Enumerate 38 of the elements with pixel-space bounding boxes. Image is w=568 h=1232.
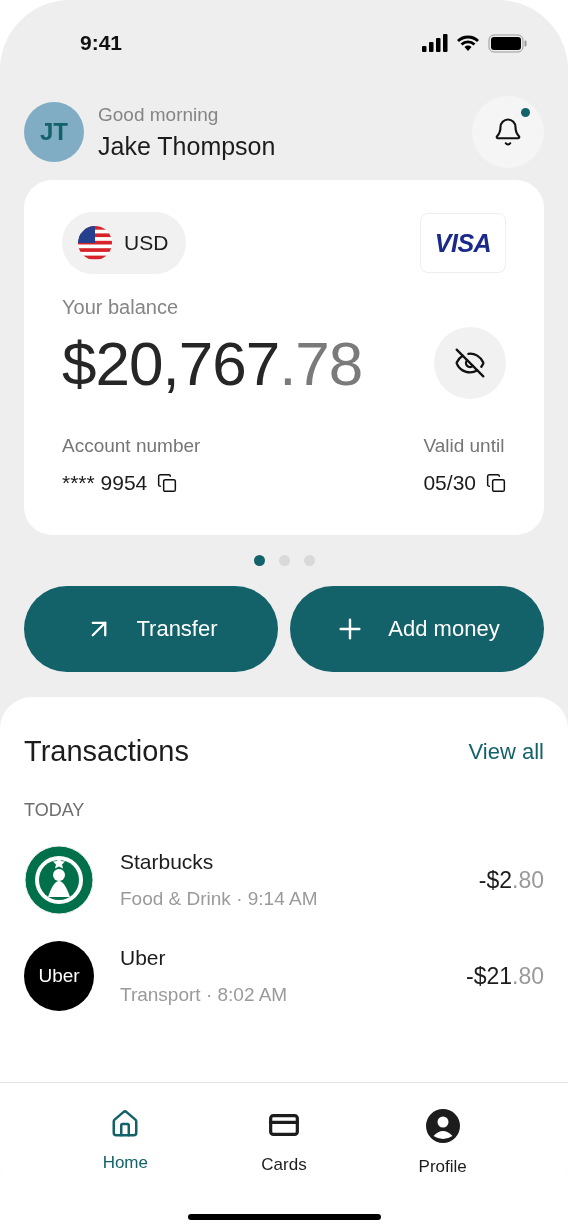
tab-item[interactable]: Cards <box>224 1109 344 1185</box>
card-network-logo: VISA <box>420 213 506 273</box>
signal-icon <box>422 34 448 52</box>
balance-amount: $20,767.78 <box>62 327 363 399</box>
copy-icon[interactable] <box>486 473 506 493</box>
transaction-amount: -$2.80 <box>478 866 544 894</box>
merchant-name: Starbucks <box>120 850 215 874</box>
transaction-amount: -$21.80 <box>465 962 544 990</box>
tab-item[interactable]: Profile <box>382 1109 503 1185</box>
avatar: JT <box>24 102 84 162</box>
add-money-button[interactable]: Add money <box>290 586 544 672</box>
date-heading: TODAY <box>24 800 86 821</box>
eye-off-icon <box>454 347 486 379</box>
currency-selector[interactable]: USD <box>62 212 187 274</box>
bell-icon <box>493 117 523 147</box>
tab-item[interactable]: Home <box>65 1109 186 1185</box>
us-flag-icon <box>78 226 112 260</box>
transfer-button[interactable]: Transfer <box>24 586 278 672</box>
profile-icon <box>425 1109 460 1143</box>
balance-label: Your balance <box>62 296 180 319</box>
field-value: 05/30 <box>423 471 476 495</box>
view-all-link[interactable]: View all <box>468 738 544 765</box>
field-label: Account number <box>62 435 201 457</box>
field-label: Valid until <box>423 435 506 457</box>
merchant-logo: Uber <box>24 941 94 1011</box>
field-value: **** 9954 <box>62 471 148 495</box>
home-icon <box>110 1109 141 1139</box>
status-time: 9:41 <box>80 31 123 55</box>
copy-icon[interactable] <box>157 473 178 493</box>
user-name: Jake Thompson <box>98 131 277 161</box>
transaction-meta: Food & Drink · 9:14 AM <box>120 888 319 910</box>
page-dot[interactable] <box>253 555 265 566</box>
section-title: Transactions <box>24 735 189 768</box>
greeting: Good morning <box>98 103 220 126</box>
merchant-name: Uber <box>120 946 167 970</box>
battery-icon <box>488 33 528 53</box>
wifi-icon <box>456 34 480 52</box>
transaction-meta: Transport · 8:02 AM <box>120 984 289 1006</box>
